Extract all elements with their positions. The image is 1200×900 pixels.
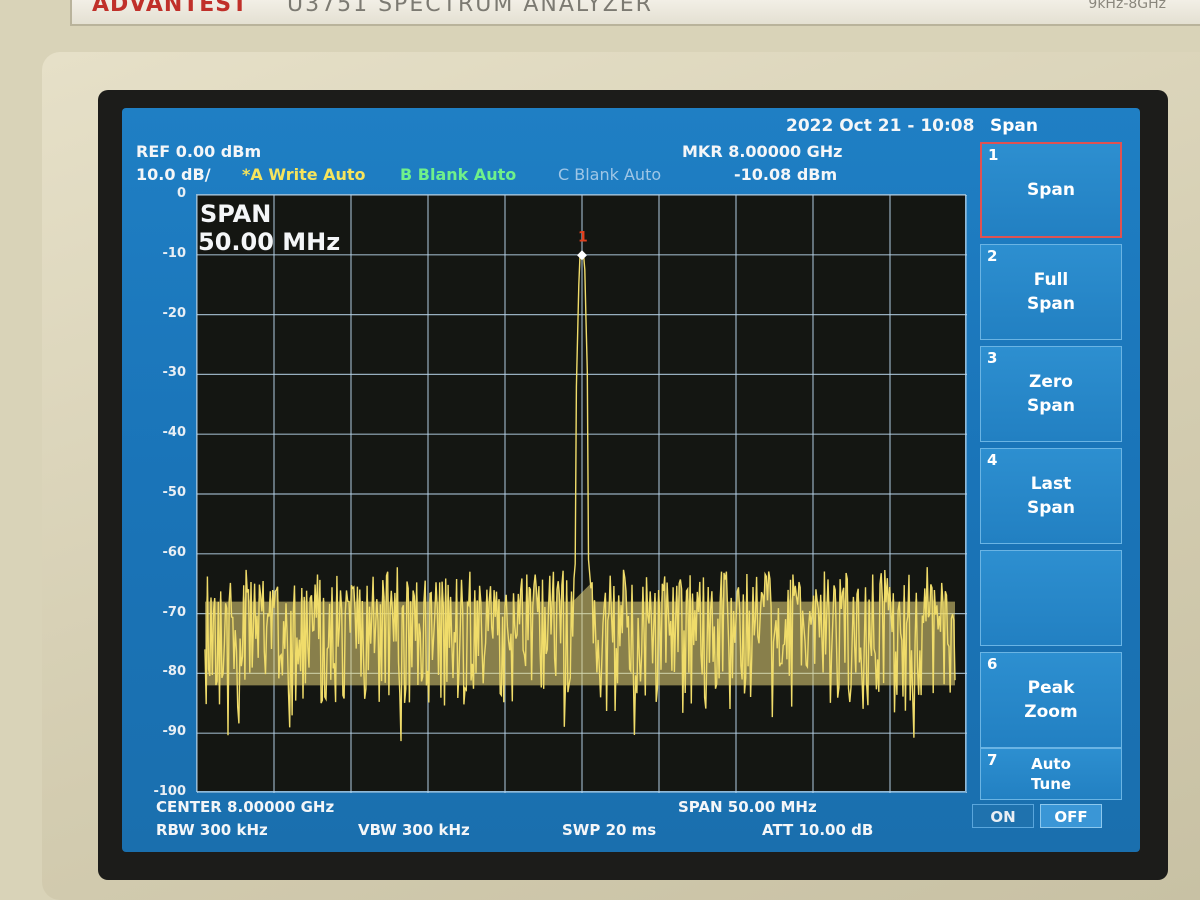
softkey-number: 1 bbox=[988, 146, 999, 164]
softkey-number: 2 bbox=[987, 247, 998, 265]
trace-c-status: C Blank Auto bbox=[558, 165, 662, 184]
y-tick-label: -50 bbox=[162, 485, 187, 500]
instrument-top-strip: ADVANTEST U3751 SPECTRUM ANALYZER 9kHz-8… bbox=[70, 0, 1200, 26]
analyzer-screen: 2022 Oct 21 - 10:08 REF 0.00 dBm 10.0 dB… bbox=[122, 108, 1140, 852]
y-tick-label: -70 bbox=[162, 604, 187, 620]
span-overlay-label: SPAN bbox=[200, 200, 272, 228]
y-tick-label: -90 bbox=[162, 724, 187, 740]
softkey-label: Peak Zoom bbox=[1024, 678, 1078, 722]
y-tick-label: 0 bbox=[176, 186, 186, 201]
rbw-readout: RBW 300 kHz bbox=[156, 821, 268, 839]
spectrum-plot[interactable]: 1 bbox=[196, 194, 967, 793]
softkey-label: Last Span bbox=[1027, 474, 1075, 518]
softkey-menu-title: Span bbox=[990, 116, 1038, 136]
y-tick-label: -100 bbox=[153, 784, 186, 799]
softkey-label: Zero Span bbox=[1027, 372, 1075, 416]
spectrum-svg: 1 bbox=[197, 195, 967, 793]
softkey-number: 4 bbox=[987, 451, 998, 469]
softkey-blank[interactable] bbox=[980, 550, 1122, 646]
marker-level: -10.08 dBm bbox=[734, 165, 838, 184]
auto-tune-on-toggle[interactable]: ON bbox=[972, 804, 1034, 828]
softkey-number: 6 bbox=[987, 655, 998, 673]
vbw-readout: VBW 300 kHz bbox=[358, 821, 470, 839]
marker-number-label: 1 bbox=[578, 229, 588, 245]
model-label: U3751 SPECTRUM ANALYZER bbox=[287, 0, 653, 17]
softkey-number: 3 bbox=[987, 349, 998, 367]
softkey-label: Span bbox=[1027, 180, 1075, 200]
softkey-zero-span[interactable]: 3 Zero Span bbox=[980, 346, 1122, 442]
y-tick-label: -30 bbox=[162, 365, 187, 381]
y-tick-label: -10 bbox=[162, 245, 187, 261]
span-readout: SPAN 50.00 MHz bbox=[678, 798, 817, 816]
trace-a-status: *A Write Auto bbox=[242, 165, 366, 184]
reference-level: REF 0.00 dBm bbox=[136, 142, 262, 161]
span-overlay-value: 50.00 MHz bbox=[198, 228, 341, 256]
marker-frequency: MKR 8.00000 GHz bbox=[682, 142, 843, 161]
y-tick-label: -40 bbox=[162, 425, 187, 441]
trace-b-status: B Blank Auto bbox=[400, 165, 517, 184]
plot-grid bbox=[197, 195, 967, 793]
y-tick-label: -80 bbox=[162, 664, 187, 680]
frequency-range-label: 9kHz-8GHz bbox=[1088, 0, 1166, 12]
marker-diamond[interactable] bbox=[577, 250, 587, 261]
scale-per-division: 10.0 dB/ bbox=[136, 165, 211, 184]
softkey-auto-tune[interactable]: 7 Auto Tune bbox=[980, 748, 1122, 800]
center-frequency: CENTER 8.00000 GHz bbox=[156, 798, 335, 816]
sweep-time-readout: SWP 20 ms bbox=[562, 821, 657, 839]
softkey-full-span[interactable]: 2 Full Span bbox=[980, 244, 1122, 340]
softkey-last-span[interactable]: 4 Last Span bbox=[980, 448, 1122, 544]
softkey-peak-zoom[interactable]: 6 Peak Zoom bbox=[980, 652, 1122, 748]
softkey-span[interactable]: 1 Span bbox=[980, 142, 1122, 238]
softkey-label: Auto Tune bbox=[1030, 755, 1072, 793]
y-tick-label: -20 bbox=[162, 305, 187, 321]
y-tick-label: -60 bbox=[162, 544, 187, 560]
softkey-label: Full Span bbox=[1027, 270, 1075, 314]
attenuation-readout: ATT 10.00 dB bbox=[762, 821, 874, 839]
brand-logo: ADVANTEST bbox=[92, 0, 249, 17]
datetime-display: 2022 Oct 21 - 10:08 bbox=[786, 116, 975, 136]
auto-tune-off-toggle[interactable]: OFF bbox=[1040, 804, 1102, 828]
